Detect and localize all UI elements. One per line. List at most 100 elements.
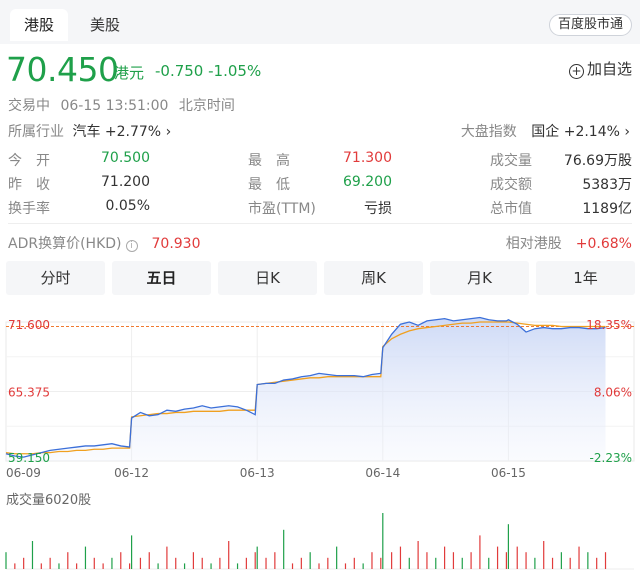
volume-bar — [157, 563, 159, 569]
market-index-link[interactable]: 大盘指数 国企 +2.14% › — [461, 121, 630, 141]
tab-one-year[interactable]: 1年 — [536, 261, 635, 295]
volume-bar — [291, 563, 294, 569]
volume-bar — [93, 557, 95, 569]
stat-open-value: 70.500 — [101, 150, 150, 166]
stat-high-label: 最 高 — [248, 153, 290, 169]
volume-bar — [391, 552, 393, 569]
volume-bar — [58, 563, 60, 569]
volume-bar — [228, 541, 230, 569]
volume-bar — [14, 563, 16, 569]
volume-bar — [309, 552, 311, 569]
volume-bar — [327, 557, 329, 569]
index-label: 大盘指数 — [460, 124, 517, 140]
volume-bar — [507, 524, 509, 569]
volume-bar — [426, 552, 428, 569]
chevron-right-icon: › — [624, 124, 630, 140]
industry-label: 所属行业 — [8, 124, 64, 140]
volume-bar — [5, 552, 7, 569]
industry-change: +2.77% — [104, 124, 162, 140]
industry-link[interactable]: 所属行业 汽车 +2.77% › — [8, 121, 171, 141]
stat-marketcap-label: 总市值 — [490, 201, 532, 217]
trading-timezone: 北京时间 — [178, 98, 235, 114]
adr-value: 70.930 — [151, 236, 201, 252]
trading-status: 交易中 06-15 13:51:00 北京时间 — [8, 95, 241, 115]
volume-bar — [543, 541, 545, 569]
volume-bar — [496, 546, 499, 569]
volume-bar — [76, 563, 78, 569]
market-tab-bar: 港股 美股 百度股市通 — [0, 0, 640, 44]
five-day-chart[interactable]: 71.600 65.375 59.150 18.35% 8.06% -2.23% 06-09… — [0, 300, 640, 571]
stat-turnover-amount-label: 成交额 — [490, 177, 532, 193]
current-price: 70.450 — [6, 50, 119, 89]
volume-bar — [23, 557, 25, 569]
volume-bar — [139, 557, 142, 569]
tab-hk-stocks[interactable]: 港股 — [10, 9, 69, 41]
y-tick-label-left: 59.150 — [8, 451, 50, 465]
volume-bar — [380, 557, 382, 569]
index-change: +2.14% — [563, 124, 620, 140]
plus-circle-icon: + — [568, 64, 584, 79]
y-tick-label-left: 65.375 — [8, 386, 50, 400]
volume-bar — [40, 563, 42, 569]
volume-bar — [102, 563, 104, 569]
volume-bar — [254, 552, 256, 569]
y-tick-label-right: -2.23% — [590, 451, 632, 465]
period-tabs: 分时 五日 日K 周K 月K 1年 — [6, 261, 636, 295]
stat-volume-value: 76.69万股 — [563, 153, 632, 169]
source-badge[interactable]: 百度股市通 — [548, 14, 632, 36]
volume-bar — [408, 557, 410, 569]
x-tick-label: 06-13 — [240, 466, 275, 480]
stat-prevclose-value: 71.200 — [101, 174, 150, 190]
relative-value: +0.68% — [575, 236, 632, 252]
volume-bar — [210, 563, 212, 569]
stat-low-label: 最 低 — [248, 177, 290, 193]
industry-name: 汽车 — [72, 124, 101, 140]
volume-bar — [129, 563, 131, 569]
change-percent: -1.05% — [208, 62, 262, 80]
x-tick-label: 06-14 — [365, 466, 400, 480]
volume-bar — [578, 546, 580, 569]
volume-bar — [318, 563, 320, 569]
volume-bar — [461, 557, 463, 569]
tab-daily-k[interactable]: 日K — [218, 261, 317, 295]
volume-bar — [120, 552, 122, 569]
add-to-watchlist-button[interactable]: + 加自选 — [568, 58, 632, 79]
stat-pe-label: 市盈(TTM) — [248, 201, 316, 217]
volume-bar — [371, 552, 373, 569]
volume-bar — [470, 552, 472, 569]
volume-bar — [525, 552, 527, 569]
stat-pe-value: 亏损 — [364, 201, 392, 217]
adr-label: ADR换算价(HKD) — [8, 236, 122, 252]
volume-bar — [362, 563, 364, 569]
volume-bar — [596, 557, 598, 569]
x-tick-label: 06-09 — [6, 466, 41, 480]
y-tick-label-right: 8.06% — [594, 386, 632, 400]
volume-bar — [569, 557, 571, 569]
volume-bar — [444, 546, 446, 569]
volume-bar — [604, 552, 607, 569]
volume-bar — [382, 513, 384, 569]
relative-hk: 相对港股 +0.68% — [506, 233, 632, 253]
volume-bar — [560, 552, 562, 569]
volume-bar — [84, 546, 87, 569]
tab-us-stocks[interactable]: 美股 — [76, 9, 134, 41]
volume-bar — [516, 546, 518, 569]
stat-turnover-rate-value: 0.05% — [105, 198, 150, 214]
volume-bar — [49, 557, 51, 569]
info-icon[interactable]: i — [125, 240, 138, 252]
tab-intraday[interactable]: 分时 — [6, 261, 105, 295]
x-tick-label: 06-12 — [114, 466, 149, 480]
divider — [8, 223, 632, 224]
stat-low-value: 69.200 — [343, 174, 392, 190]
tab-monthly-k[interactable]: 月K — [430, 261, 529, 295]
price-change: -0.750 -1.05% — [155, 62, 261, 80]
y-tick-label-left: 71.600 — [8, 318, 50, 332]
volume-bar — [300, 557, 302, 569]
tab-weekly-k[interactable]: 周K — [324, 261, 423, 295]
volume-bar — [417, 541, 419, 569]
add-watch-label: 加自选 — [586, 60, 632, 78]
tab-five-day[interactable]: 五日 — [112, 261, 211, 295]
volume-bar — [479, 535, 481, 569]
volume-bar — [31, 541, 34, 569]
volume-bar — [265, 557, 267, 569]
